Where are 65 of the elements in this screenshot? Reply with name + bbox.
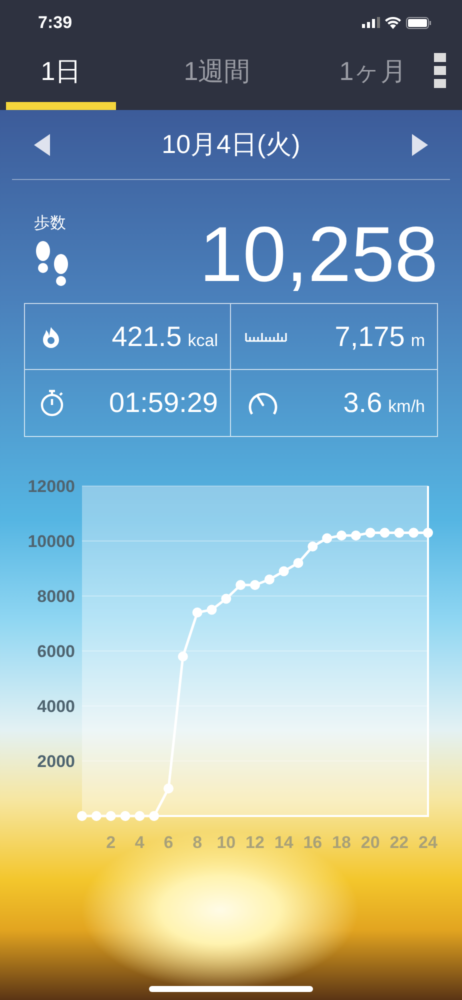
stat-value: 421.5 [112,320,182,354]
stat-unit: km/h [388,396,425,418]
x-axis-label: 14 [274,833,294,852]
data-point [365,528,376,538]
data-point [149,811,160,821]
x-axis-label: 8 [192,833,202,852]
data-point [164,784,174,794]
data-point [250,580,260,590]
x-axis-label: 6 [164,833,174,852]
y-axis-label: 4000 [37,697,75,716]
stopwatch-icon [39,389,65,417]
data-point [278,566,289,576]
data-point [408,528,419,538]
y-axis-label: 10000 [28,532,75,551]
stat-value: 3.6 [343,386,382,420]
data-point [221,594,232,604]
data-point [264,574,274,584]
data-point [91,811,102,821]
x-axis-label: 16 [303,833,322,852]
y-axis-label: 8000 [37,587,75,606]
x-axis-label: 20 [360,833,380,852]
status-time: 7:39 [38,12,72,34]
stat-unit: kcal [188,330,218,352]
data-point [120,811,130,821]
steps-count: 10,258 [199,215,438,293]
menu-button[interactable] [434,53,446,88]
data-point [236,580,246,590]
period-tab[interactable]: 1週間 [162,45,272,110]
data-point [350,530,361,540]
stat-unit: m [410,330,425,352]
x-axis-label: 22 [390,833,409,852]
data-point [178,652,188,662]
ruler-icon [245,332,287,342]
wifi-icon [385,16,401,28]
data-point [336,530,346,540]
data-point [322,533,332,544]
data-point [394,528,404,538]
data-point [77,811,87,821]
data-point [308,542,318,552]
y-axis-label: 12000 [28,477,75,496]
x-axis-label: 12 [246,833,264,852]
data-point [134,811,145,821]
signal-icon [362,17,380,28]
next-day-button[interactable] [412,134,428,156]
battery-icon [406,16,432,28]
date-label: 10月4日(火) [162,128,300,161]
previous-day-button[interactable] [34,134,50,156]
x-axis-label: 2 [106,833,116,852]
period-tab[interactable]: 1日 [6,45,116,110]
x-axis-label: 4 [134,833,144,852]
data-point [192,608,202,618]
data-point [106,811,116,821]
x-axis-label: 10 [216,833,236,852]
data-point [293,558,304,568]
y-axis-label: 6000 [37,642,75,661]
data-point [423,528,433,538]
data-point [380,528,390,538]
stat-value: 7,175 [334,320,405,354]
stat-value: 01:59:29 [109,386,218,420]
x-axis-label: 24 [418,833,438,852]
y-axis-label: 2000 [37,752,75,771]
steps-label: 歩数 [34,214,66,234]
period-tab[interactable]: 1ヶ月 [318,45,428,110]
x-axis-label: 18 [332,833,351,852]
data-point [206,604,217,615]
